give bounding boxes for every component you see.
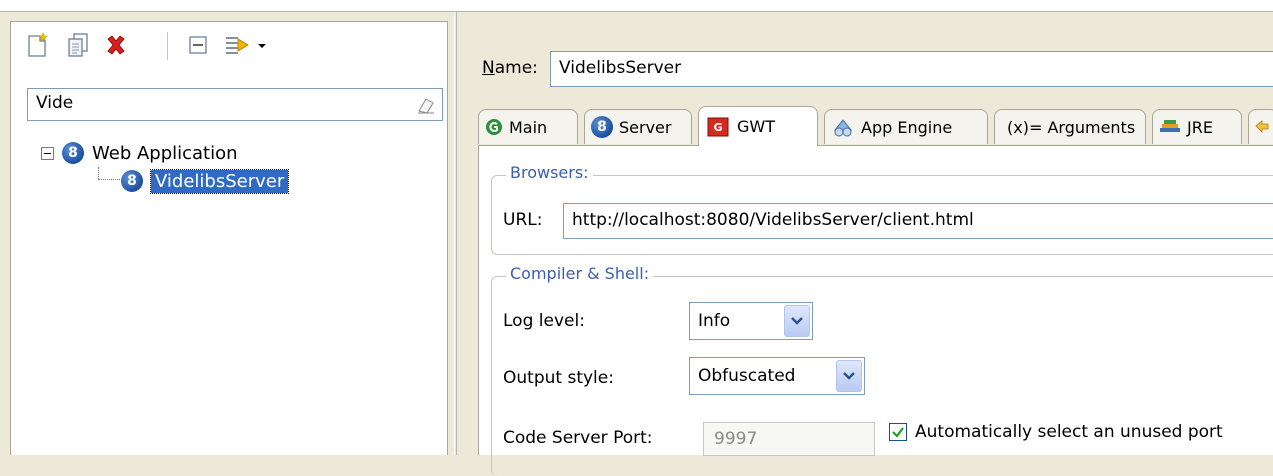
code-server-port-input: 9997 [703,422,875,456]
gwt-tab-icon: G [705,115,731,139]
tree-node-videlibsserver[interactable]: 8 VidelibsServer [121,166,290,196]
collapse-toggle-icon[interactable] [41,146,54,160]
chevron-down-icon[interactable] [784,305,810,337]
tab-label: App Engine [861,117,953,137]
collapse-all-icon[interactable] [183,30,213,60]
code-server-port-value: 9997 [714,429,758,449]
tab-label: GWT [737,117,775,136]
web-application-icon: 8 [62,142,84,164]
window-top-edge [0,0,1273,12]
output-style-value: Obfuscated [698,366,796,386]
launch-config-tabs: Main 8 Server G GWT App Engine (x)= Argu… [478,106,1273,146]
code-server-port-label: Code Server Port: [503,428,653,448]
launch-config-list-pane: Vide 8 Web Application 8 VidelibsServer [10,21,448,455]
auto-port-checkbox[interactable] [889,423,907,441]
duplicate-icon[interactable] [63,30,93,60]
jre-tab-icon [1159,118,1181,136]
auto-port-label[interactable]: Automatically select an unused port [915,422,1223,442]
main-tab-icon [485,118,503,136]
tree-connector [98,167,99,179]
new-launch-config-icon[interactable] [23,30,53,60]
delete-icon[interactable] [101,30,131,60]
pane-splitter[interactable] [454,12,455,455]
filter-input[interactable]: Vide [27,88,443,121]
chevron-down-icon[interactable] [836,360,862,392]
log-level-value: Info [698,311,731,331]
tab-label: Main [509,117,548,137]
tab-overflow[interactable] [1248,109,1273,144]
svg-text:G: G [713,121,722,134]
tab-server[interactable]: 8 Server [584,109,692,144]
log-level-select[interactable]: Info [689,302,813,340]
clear-filter-icon[interactable] [416,95,436,120]
url-input-value: http://localhost:8080/VidelibsServer/cli… [572,210,974,230]
tree-node-label-selected: VidelibsServer [149,168,290,194]
name-input-value: VidelibsServer [559,58,682,78]
compiler-shell-group-title: Compiler & Shell: [506,264,654,283]
tab-label: JRE [1187,117,1213,137]
tab-arguments[interactable]: (x)= Arguments [994,109,1146,144]
app-engine-tab-icon [831,116,855,138]
filter-input-value: Vide [36,93,74,113]
log-level-label: Log level: [503,311,585,331]
gwt-tab-content: Browsers: URL: http://localhost:8080/Vid… [478,145,1273,476]
tree-node-label: Web Application [92,142,238,164]
url-label: URL: [503,210,543,230]
launch-config-toolbar [11,22,447,74]
tab-label: Server [619,117,672,137]
tab-jre[interactable]: JRE [1152,109,1242,144]
name-label: Name: [482,58,538,78]
toolbar-separator [167,32,168,60]
url-input[interactable]: http://localhost:8080/VidelibsServer/cli… [563,203,1273,239]
output-style-select[interactable]: Obfuscated [689,357,865,395]
browsers-group-title: Browsers: [506,163,593,182]
output-style-label: Output style: [503,368,614,388]
name-input[interactable]: VidelibsServer [550,51,1273,87]
pane-splitter-shadow [456,12,457,455]
tab-gwt[interactable]: G GWT [698,106,818,146]
server-tab-icon: 8 [591,116,613,138]
tab-main[interactable]: Main [478,109,578,144]
tab-label: (x)= Arguments [1007,117,1136,137]
tree-connector [98,179,120,180]
web-application-icon: 8 [121,170,143,192]
checkmark-icon [892,427,904,438]
tree-node-web-application[interactable]: 8 Web Application [41,138,238,168]
filter-icon[interactable] [221,30,269,60]
more-tabs-icon [1253,118,1271,136]
tab-app-engine[interactable]: App Engine [824,109,988,144]
